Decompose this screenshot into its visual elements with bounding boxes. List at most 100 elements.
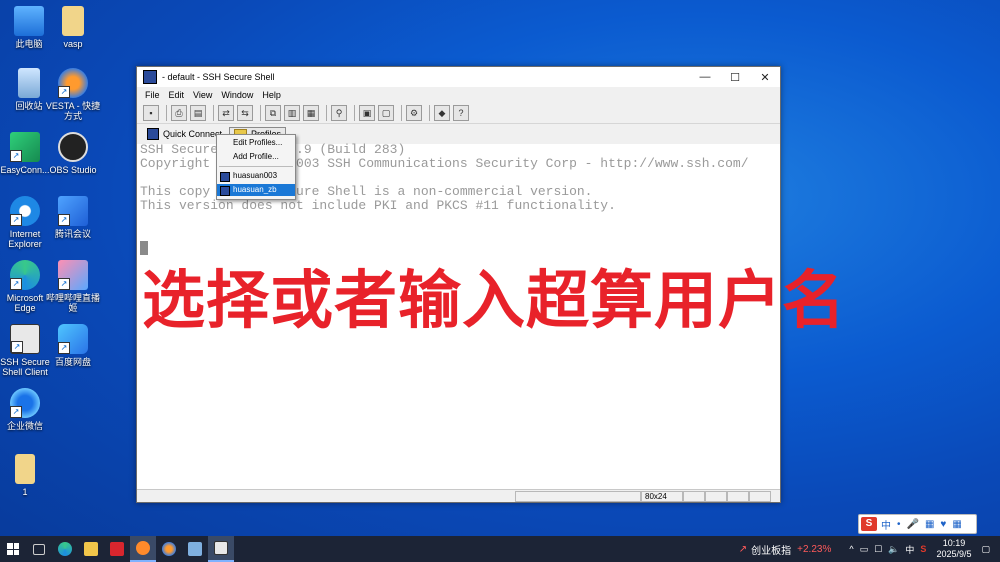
add-profile-item[interactable]: Add Profile... [217, 151, 295, 163]
connect-icon[interactable]: ⇄ [218, 105, 234, 121]
toolbar-separator [260, 105, 261, 121]
terminal-line: This copy of SSH Secure Shell is a non-c… [140, 184, 593, 199]
desktop-icon-baidu-netdisk[interactable]: ↗ 百度网盘 [44, 324, 102, 367]
terminal-line: This version does not include PKI and PK… [140, 198, 616, 213]
clock-time: 10:19 [942, 538, 966, 548]
notification-icon[interactable]: ▢ [981, 544, 990, 555]
menu-view[interactable]: View [193, 90, 212, 100]
edge-icon [58, 542, 72, 556]
taskbar-vesta[interactable] [156, 536, 182, 562]
print-icon[interactable]: ⎙ [171, 105, 187, 121]
paste-alt-icon[interactable]: ▦ [303, 105, 319, 121]
system-tray: ↗ 创业板指 +2.23% ^ ▭ ☐ 🔈 中 S 10:19 2025/9/5… [739, 536, 1000, 562]
toolbar-separator [401, 105, 402, 121]
stock-widget[interactable]: ↗ 创业板指 +2.23% [739, 542, 832, 557]
clock-date: 2025/9/5 [936, 549, 972, 559]
ssh-client-icon: ↗ [10, 324, 40, 354]
task-view-button[interactable] [26, 536, 52, 562]
paste-icon[interactable]: ▥ [284, 105, 300, 121]
menu-help[interactable]: Help [262, 90, 281, 100]
edge-icon: ↗ [10, 260, 40, 290]
desktop-icon-folder-1[interactable]: 1 [0, 454, 54, 497]
ime-keyboard-icon[interactable]: ▦ [925, 519, 934, 530]
ime-voice-icon[interactable]: 🎤 [907, 519, 919, 530]
status-cell [749, 491, 771, 502]
save-icon[interactable]: ▪ [143, 105, 159, 121]
folder-icon [84, 542, 98, 556]
taskbar-app-blue[interactable] [182, 536, 208, 562]
ime-toolbox-icon[interactable]: ▦ [952, 519, 961, 530]
baidu-netdisk-icon: ↗ [58, 324, 88, 354]
volume-icon[interactable]: 🔈 [888, 544, 899, 555]
vesta-icon: ↗ [58, 68, 88, 98]
ime-language-indicator[interactable]: 中 [905, 543, 914, 556]
maximize-button[interactable]: ☐ [720, 71, 750, 84]
profile-item-huasuan003[interactable]: huasuan003 [217, 170, 295, 182]
taskbar: ↗ 创业板指 +2.23% ^ ▭ ☐ 🔈 中 S 10:19 2025/9/5… [0, 536, 1000, 562]
taskbar-file-explorer[interactable] [78, 536, 104, 562]
minimize-button[interactable]: — [690, 71, 720, 83]
disconnect-icon[interactable]: ⇆ [237, 105, 253, 121]
toolbar: ▪ ⎙ ▤ ⇄ ⇆ ⧉ ▥ ▦ ⚲ ▣ ▢ ⚙ ◆ ? [137, 103, 780, 124]
profile-icon [220, 186, 230, 196]
desktop-icon-wecom[interactable]: ↗ 企业微信 [0, 388, 54, 431]
edit-profiles-item[interactable]: Edit Profiles... [217, 137, 295, 149]
help-book-icon[interactable]: ◆ [434, 105, 450, 121]
ime-skin-icon[interactable]: ♥ [940, 519, 946, 530]
computer-icon [14, 6, 44, 36]
easyconnect-icon: ↗ [10, 132, 40, 162]
tencent-meeting-icon: ↗ [58, 196, 88, 226]
menu-file[interactable]: File [145, 90, 160, 100]
status-bar: 80x24 [137, 489, 780, 502]
start-button[interactable] [0, 536, 26, 562]
desktop-icon-bilibili-live[interactable]: ↗ 哔哩哔哩直播姬 [44, 260, 102, 313]
new-terminal-icon[interactable]: ▣ [359, 105, 375, 121]
desktop-icon-tencent-meeting[interactable]: ↗ 腾讯会议 [44, 196, 102, 239]
menu-edit[interactable]: Edit [169, 90, 185, 100]
clock[interactable]: 10:19 2025/9/5 [936, 538, 971, 560]
toolbar-separator [354, 105, 355, 121]
chevron-up-icon[interactable]: ^ [849, 544, 853, 554]
sogou-ime-icon: S [861, 517, 877, 531]
bilibili-live-icon: ↗ [58, 260, 88, 290]
profile-icon [220, 172, 230, 182]
network-icon[interactable]: ☐ [874, 544, 882, 555]
taskbar-app-orange[interactable] [130, 536, 156, 562]
menu-window[interactable]: Window [221, 90, 253, 100]
taskbar-edge[interactable] [52, 536, 78, 562]
desktop-icon-vasp[interactable]: vasp [44, 6, 102, 49]
menu-separator [219, 166, 293, 167]
status-cell [727, 491, 749, 502]
file-transfer-icon[interactable]: ▢ [378, 105, 394, 121]
desktop-icon-obs[interactable]: OBS Studio [44, 132, 102, 175]
ime-punctuation-icon[interactable]: • [897, 519, 901, 530]
sogou-tray-icon[interactable]: S [920, 544, 926, 554]
window-titlebar[interactable]: - default - SSH Secure Shell — ☐ ✕ [137, 67, 780, 87]
windows-logo-icon [7, 543, 19, 555]
battery-icon[interactable]: ▭ [860, 544, 869, 555]
quick-connect-icon [147, 128, 159, 140]
desktop-icon-vesta[interactable]: ↗ VESTA - 快捷方式 [44, 68, 102, 121]
settings-icon[interactable]: ⚙ [406, 105, 422, 121]
ime-chinese-mode[interactable]: 中 [881, 517, 891, 532]
ie-icon: ↗ [10, 196, 40, 226]
close-button[interactable]: ✕ [750, 71, 780, 84]
find-icon[interactable]: ⚲ [331, 105, 347, 121]
folder-icon [15, 454, 35, 484]
profile-item-huasuan-zb[interactable]: huasuan_zb [217, 184, 295, 196]
toolbar-separator [429, 105, 430, 121]
print-preview-icon[interactable]: ▤ [190, 105, 206, 121]
status-cell [705, 491, 727, 502]
taskbar-ssh-client[interactable] [208, 536, 234, 562]
status-cell [515, 491, 641, 502]
instruction-overlay-text: 选择或者输入超算用户名 [142, 264, 846, 337]
status-lock-icon [683, 491, 705, 502]
ime-toolbar[interactable]: S 中 • 🎤 ▦ ♥ ▦ [858, 514, 977, 534]
copy-icon[interactable]: ⧉ [265, 105, 281, 121]
taskbar-wps[interactable] [104, 536, 130, 562]
context-help-icon[interactable]: ? [453, 105, 469, 121]
toolbar-separator [213, 105, 214, 121]
folder-icon [62, 6, 84, 36]
toolbar-separator [166, 105, 167, 121]
quick-connect-button[interactable]: Quick Connect [143, 127, 226, 141]
